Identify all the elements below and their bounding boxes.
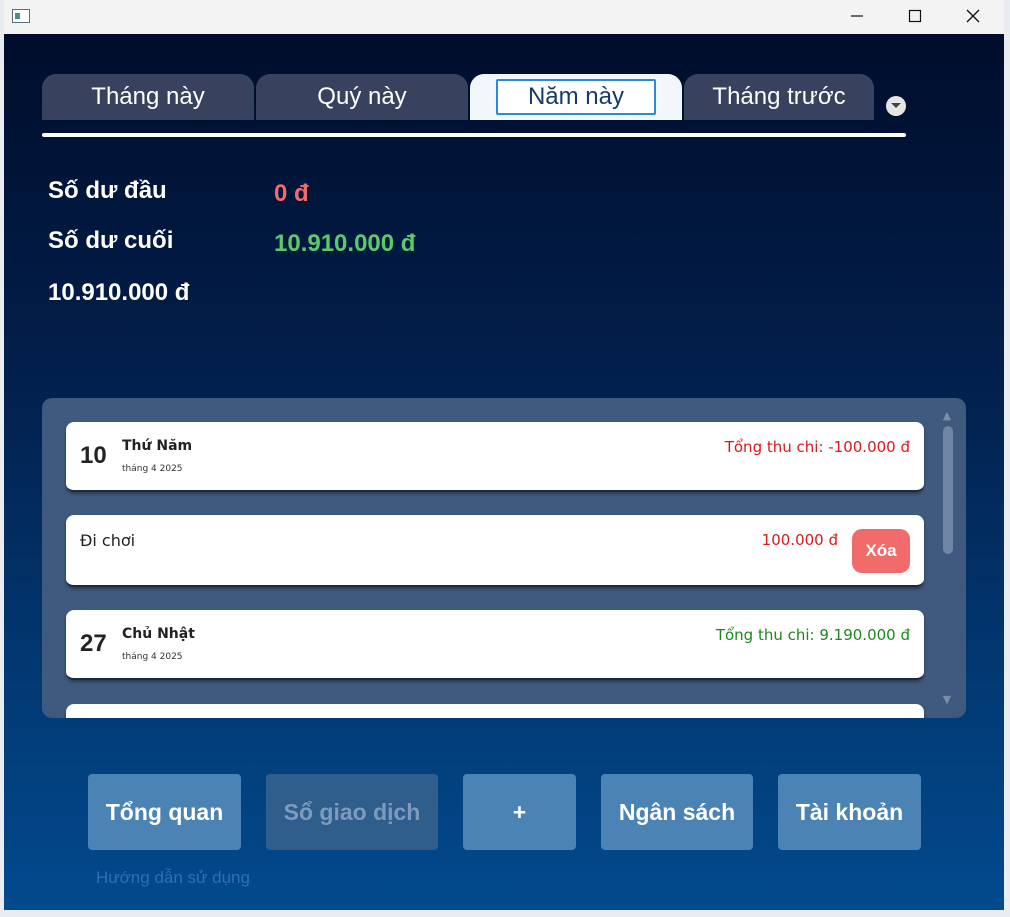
closing-balance-label: Số dư cuối: [48, 227, 174, 254]
transaction-item-partial[interactable]: [66, 704, 924, 718]
nav-add-button[interactable]: +: [463, 774, 576, 850]
background-help-link[interactable]: Hướng dẫn sử dụng: [96, 868, 250, 888]
chevron-down-icon: [891, 103, 901, 108]
scroll-thumb[interactable]: [943, 426, 953, 554]
opening-balance-value: 0 đ: [274, 180, 309, 207]
maximize-icon: [908, 9, 922, 23]
minimize-button[interactable]: [834, 0, 880, 32]
maximize-button[interactable]: [892, 0, 938, 32]
month-year: tháng 4 2025: [122, 652, 183, 662]
transaction-name: Đi chơi: [80, 531, 136, 550]
month-year: tháng 4 2025: [122, 464, 183, 474]
tab-label: Tháng trước: [712, 83, 846, 110]
tab-this-year[interactable]: Năm này: [470, 74, 682, 120]
nav-ledger-button[interactable]: Sổ giao dịch: [266, 774, 438, 850]
scroll-up-icon[interactable]: ▲: [940, 408, 954, 422]
scroll-down-icon[interactable]: ▼: [940, 692, 954, 706]
group-total: Tổng thu chi: 9.190.000 đ: [715, 626, 910, 644]
weekday: Thứ Năm: [122, 438, 193, 454]
tab-label: Tháng này: [91, 83, 205, 110]
date-group-header: 27 Chủ Nhật tháng 4 2025 Tổng thu chi: 9…: [66, 610, 924, 680]
tab-this-month[interactable]: Tháng này: [42, 74, 254, 120]
nav-account-button[interactable]: Tài khoản: [778, 774, 921, 850]
app-window: Tháng này Quý này Năm này Tháng trước Số…: [4, 0, 1004, 910]
app-icon: [12, 9, 30, 23]
period-tabs: Tháng này Quý này Năm này Tháng trước: [42, 74, 912, 122]
nav-budget-button[interactable]: Ngân sách: [601, 774, 753, 850]
tabs-underline: [42, 133, 906, 137]
closing-balance-value: 10.910.000 đ: [274, 230, 416, 257]
scrollbar[interactable]: ▲ ▼: [940, 408, 954, 708]
title-bar: [4, 0, 1004, 34]
minimize-icon: [851, 15, 863, 17]
transaction-list: 10 Thứ Năm tháng 4 2025 Tổng thu chi: -1…: [42, 398, 966, 718]
nav-overview-button[interactable]: Tổng quan: [88, 774, 241, 850]
delete-button[interactable]: Xóa: [852, 529, 910, 573]
tab-this-quarter[interactable]: Quý này: [256, 74, 468, 120]
main-content: Tháng này Quý này Năm này Tháng trước Số…: [4, 34, 1004, 910]
close-icon: [966, 9, 980, 23]
tab-label: Quý này: [317, 83, 407, 110]
date-group-header: 10 Thứ Năm tháng 4 2025 Tổng thu chi: -1…: [66, 422, 924, 492]
transaction-amount: 100.000 đ: [761, 531, 838, 549]
day-number: 27: [80, 630, 107, 657]
tab-last-month[interactable]: Tháng trước: [684, 74, 874, 120]
group-total: Tổng thu chi: -100.000 đ: [724, 438, 910, 456]
tabs-overflow-button[interactable]: [886, 96, 906, 116]
close-button[interactable]: [950, 0, 996, 32]
total-balance-value: 10.910.000 đ: [48, 279, 190, 306]
day-number: 10: [80, 442, 107, 469]
opening-balance-label: Số dư đầu: [48, 177, 167, 204]
transaction-item[interactable]: Đi chơi 100.000 đ Xóa: [66, 515, 924, 587]
tab-label: Năm này: [495, 79, 657, 115]
weekday: Chủ Nhật: [122, 626, 195, 642]
